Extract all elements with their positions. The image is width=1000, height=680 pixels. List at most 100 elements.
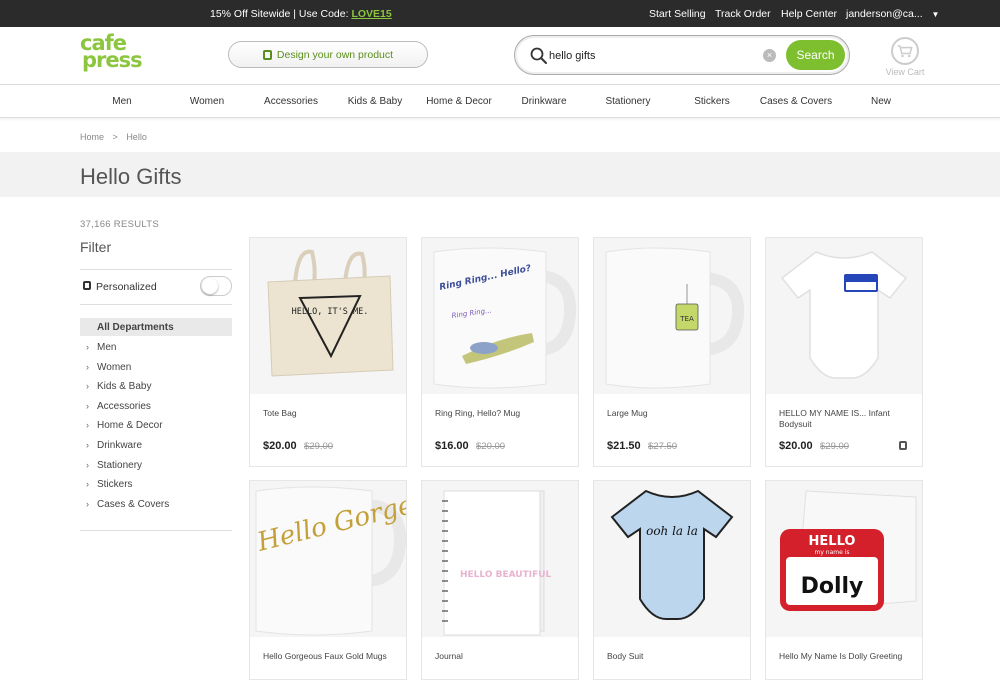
design-button-label: Design your own product [276,48,394,61]
product-card[interactable]: HELLO, IT'S ME. Tote Bag $20.00 $29.00 [249,237,407,467]
card-print-name: Dolly [801,574,864,599]
department-accessories[interactable]: › Accessories [80,401,151,412]
nav-women[interactable]: Women [190,96,224,107]
filter-heading: Filter [80,239,112,255]
product-image-large-mug[interactable]: TEA [594,238,750,394]
nav-stationery[interactable]: Stationery [605,96,650,107]
product-title[interactable]: Body Suit [607,651,742,662]
product-card[interactable]: HELLO my name is Dolly Hello My Name Is … [765,480,923,680]
product-image-journal[interactable]: HELLO BEAUTIFUL [422,481,578,637]
product-price: $16.00 [435,440,469,452]
product-image-infant-bodysuit[interactable] [766,238,922,394]
nav-home-decor[interactable]: Home & Decor [426,96,492,107]
product-title[interactable]: Tote Bag [263,408,398,419]
product-title[interactable]: Large Mug [607,408,742,419]
cart-icon [891,37,919,65]
department-label: Cases & Covers [97,499,170,510]
toggle-knob [202,278,218,294]
nav-stickers[interactable]: Stickers [694,96,730,107]
product-image-tote-bag[interactable]: HELLO, IT'S ME. [250,238,406,394]
personalize-icon [83,281,91,290]
product-title[interactable]: Ring Ring, Hello? Mug [435,408,570,419]
department-label: Accessories [97,401,151,412]
product-card[interactable]: ooh la la Body Suit [593,480,751,680]
product-old-price: $29.00 [304,441,334,452]
nav-cases-covers[interactable]: Cases & Covers [760,96,832,107]
department-cases-covers[interactable]: › Cases & Covers [80,499,169,510]
personalized-toggle[interactable] [200,276,232,296]
product-image-body-suit[interactable]: ooh la la [594,481,750,637]
results-count: 37,166 RESULTS [80,219,160,230]
department-home-decor[interactable]: › Home & Decor [80,420,163,431]
breadcrumb-separator: > [112,132,118,142]
chevron-right-icon: › [86,420,89,430]
product-image-ring-ring-mug[interactable]: Ring Ring... Hello? Ring Ring... [422,238,578,394]
chevron-down-icon: ▼ [931,10,940,19]
breadcrumb-current: Hello [126,132,147,142]
department-stickers[interactable]: › Stickers [80,479,133,490]
clear-search-icon[interactable]: × [763,49,776,62]
department-label: Stationery [97,460,143,471]
design-your-own-button[interactable]: Design your own product [228,41,428,68]
nav-accessories[interactable]: Accessories [264,96,318,107]
chevron-right-icon: › [86,460,89,470]
nav-men[interactable]: Men [112,96,131,107]
product-title[interactable]: Journal [435,651,570,662]
department-label: Home & Decor [97,420,163,431]
product-title[interactable]: Hello My Name Is Dolly Greeting [779,651,914,662]
chevron-right-icon: › [86,499,89,509]
product-old-price: $20.00 [476,441,506,452]
nav-kids-baby[interactable]: Kids & Baby [348,96,402,107]
cafepress-logo[interactable]: cafe press [80,33,144,75]
breadcrumb-home[interactable]: Home [80,132,104,142]
page-title: Hello Gifts [80,164,182,189]
help-center-link[interactable]: Help Center [781,8,837,20]
product-old-price: $27.50 [648,441,678,452]
category-nav: Men Women Accessories Kids & Baby Home &… [0,86,1000,118]
search-button[interactable]: Search [786,40,845,70]
chevron-right-icon: › [86,362,89,372]
product-image-hello-gorgeous-mug[interactable]: Hello Gorgeous [250,481,406,637]
bodysuit-print-text: ooh la la [646,524,698,538]
product-card[interactable]: HELLO BEAUTIFUL Journal [421,480,579,680]
all-departments[interactable]: All Departments [80,318,232,336]
department-kids-baby[interactable]: › Kids & Baby [80,381,151,392]
start-selling-link[interactable]: Start Selling [649,8,706,20]
product-card[interactable]: Hello Gorgeous Hello Gorgeous Faux Gold … [249,480,407,680]
chevron-right-icon: › [86,479,89,489]
promo-code[interactable]: LOVE15 [351,8,391,20]
promo-text: 15% Off Sitewide | Use Code: [210,8,349,20]
divider [80,269,232,270]
card-print-text: HELLO [809,534,856,549]
search-input[interactable] [549,47,759,65]
personalized-filter: Personalized [80,276,232,298]
nav-new[interactable]: New [871,96,891,107]
product-price: $20.00 [779,440,813,452]
card-print-subtext: my name is [814,549,849,556]
view-cart-button[interactable]: View Cart [880,37,930,77]
account-menu[interactable]: janderson@ca... ▼ [846,8,939,20]
divider [80,304,232,305]
promo-bar: 15% Off Sitewide | Use Code: LOVE15 Star… [0,0,1000,27]
product-image-greeting-card[interactable]: HELLO my name is Dolly [766,481,922,637]
product-old-price: $29.00 [820,441,850,452]
personalized-label: Personalized [96,281,157,293]
department-label: Women [97,362,132,373]
view-cart-label: View Cart [885,67,925,77]
product-card[interactable]: Ring Ring... Hello? Ring Ring... Ring Ri… [421,237,579,467]
promo-message: 15% Off Sitewide | Use Code: LOVE15 [210,8,392,20]
chevron-right-icon: › [86,401,89,411]
breadcrumb: Home > Hello [80,132,147,142]
product-title[interactable]: HELLO MY NAME IS... Infant Bodysuit [779,408,914,430]
department-stationery[interactable]: › Stationery [80,460,142,471]
department-women[interactable]: › Women [80,362,131,373]
department-label: Men [97,342,117,353]
department-drinkware[interactable]: › Drinkware [80,440,142,451]
journal-print-text: HELLO BEAUTIFUL [460,570,552,580]
nav-drinkware[interactable]: Drinkware [521,96,566,107]
department-men[interactable]: › Men [80,342,116,353]
product-card[interactable]: HELLO MY NAME IS... Infant Bodysuit $20.… [765,237,923,467]
product-title[interactable]: Hello Gorgeous Faux Gold Mugs [263,651,398,662]
product-card[interactable]: TEA Large Mug $21.50 $27.50 [593,237,751,467]
track-order-link[interactable]: Track Order [715,8,771,20]
